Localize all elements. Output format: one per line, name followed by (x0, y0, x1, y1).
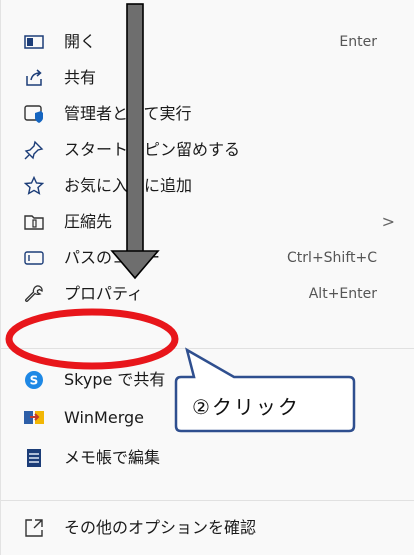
open-icon (23, 31, 45, 53)
menu-item-label: プロパティ (64, 284, 144, 303)
admin-shield-icon (23, 103, 45, 125)
menu-item-label: その他のオプションを確認 (64, 518, 257, 537)
archive-icon (23, 211, 45, 233)
menu-item-run-as-admin[interactable]: 管理者として実行 (1, 96, 414, 132)
menu-item-add-favorite[interactable]: お気に入りに追加 (1, 168, 414, 204)
wrench-icon (23, 283, 45, 305)
menu-item-label: パスのコピー (64, 248, 161, 267)
context-menu: 開く Enter 共有 管理者として実行 スタートにピン留めする お気に入りに追… (0, 0, 414, 555)
menu-separator (1, 500, 414, 501)
star-icon (23, 175, 45, 197)
menu-item-properties[interactable]: プロパティ Alt+Enter (1, 276, 414, 312)
menu-item-shortcut: Alt+Enter (308, 286, 377, 302)
pin-icon (23, 139, 45, 161)
menu-item-label: お気に入りに追加 (64, 176, 193, 195)
winmerge-icon (23, 407, 45, 429)
menu-item-shortcut: Enter (339, 34, 377, 50)
menu-item-share[interactable]: 共有 (1, 60, 414, 96)
menu-item-label: 開く (64, 32, 97, 51)
menu-item-more-options[interactable]: その他のオプションを確認 (1, 510, 414, 546)
menu-item-pin-to-start[interactable]: スタートにピン留めする (1, 132, 414, 168)
menu-item-label: Skype で共有 (64, 370, 166, 389)
menu-item-label: 圧縮先 (64, 212, 113, 231)
copy-path-icon (23, 247, 45, 269)
more-options-icon (23, 517, 45, 539)
menu-item-label: 共有 (64, 68, 97, 87)
menu-item-shortcut: Ctrl+Shift+C (287, 250, 377, 266)
menu-item-label: スタートにピン留めする (64, 140, 241, 159)
menu-item-label: 管理者として実行 (64, 104, 192, 123)
menu-item-skype-share[interactable]: S Skype で共有 (1, 362, 414, 398)
menu-separator (1, 348, 414, 349)
menu-item-copy-path[interactable]: パスのコピー Ctrl+Shift+C (1, 240, 414, 276)
svg-text:S: S (30, 374, 39, 388)
notepad-icon (23, 447, 45, 469)
menu-item-label: WinMerge (64, 408, 144, 427)
callout-text: ②クリック (192, 395, 300, 419)
menu-item-compress-to[interactable]: 圧縮先 > (1, 204, 414, 240)
menu-item-label: メモ帳で編集 (64, 448, 161, 467)
menu-item-open[interactable]: 開く Enter (1, 24, 414, 60)
skype-icon: S (23, 369, 45, 391)
share-icon (23, 67, 45, 89)
menu-item-edit-in-notepad[interactable]: メモ帳で編集 (1, 440, 414, 476)
submenu-chevron-icon: > (381, 212, 395, 231)
